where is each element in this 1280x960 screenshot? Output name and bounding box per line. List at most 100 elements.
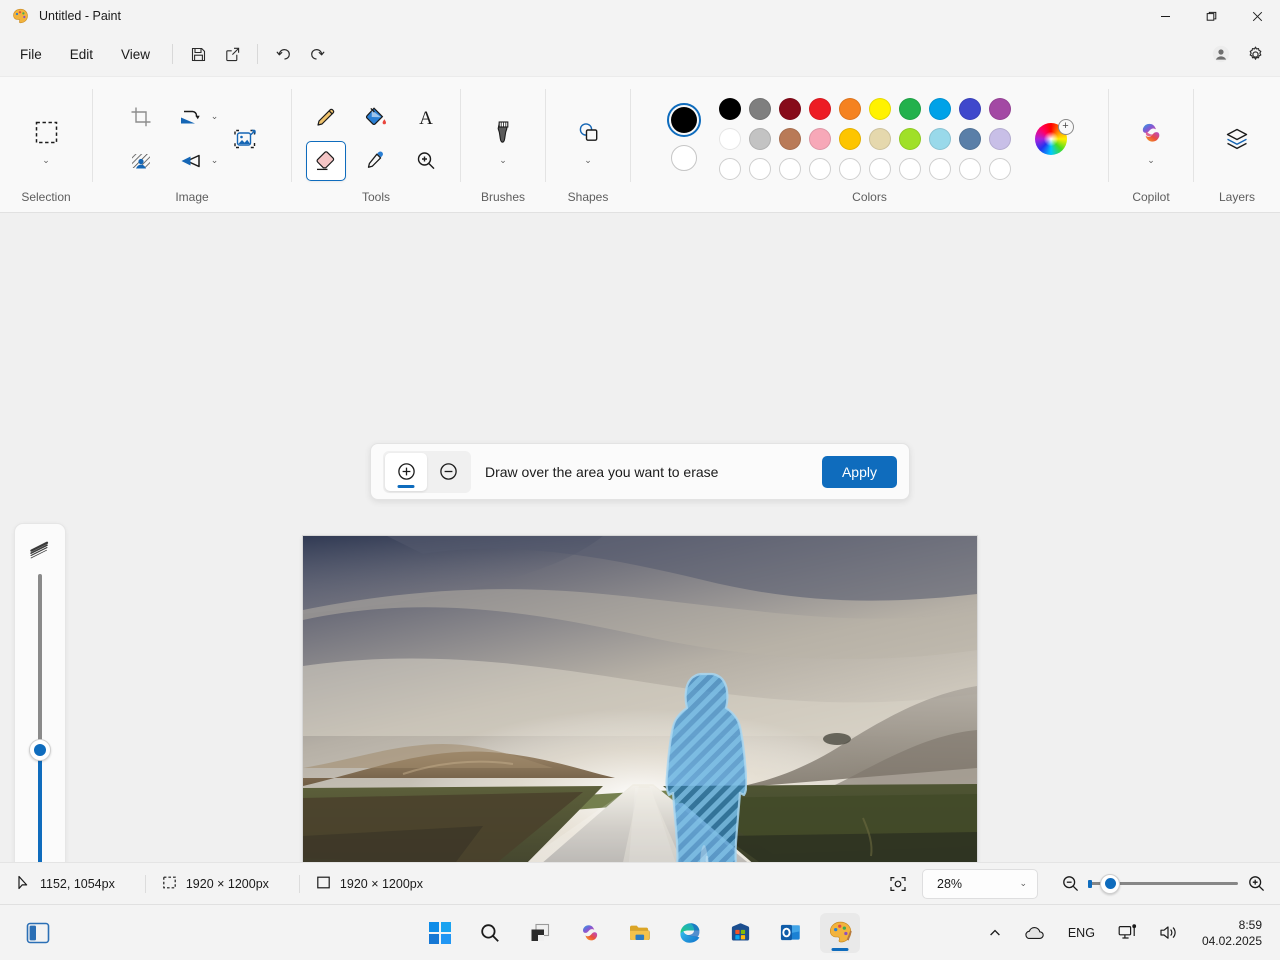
layers-icon[interactable] xyxy=(1217,119,1257,159)
widgets-icon[interactable] xyxy=(18,913,58,953)
brushes-icon[interactable] xyxy=(483,112,523,152)
resize-dropdown-caret-icon[interactable]: ⌄ xyxy=(211,112,219,121)
flip-dropdown-caret-icon[interactable]: ⌄ xyxy=(211,156,219,165)
canvas-size-icon xyxy=(316,875,331,893)
swatch[interactable] xyxy=(898,97,921,120)
swatch-empty[interactable] xyxy=(718,157,741,180)
secondary-color-button[interactable] xyxy=(667,141,701,175)
add-color-icon[interactable]: + xyxy=(1057,118,1074,135)
swatch[interactable] xyxy=(808,97,831,120)
brush-size-slider[interactable] xyxy=(29,574,51,862)
shapes-dropdown-caret-icon[interactable]: ⌄ xyxy=(584,156,592,165)
swatch[interactable] xyxy=(718,127,741,150)
zoom-level-select[interactable]: 28% ⌄ xyxy=(922,868,1038,899)
swatch[interactable] xyxy=(988,127,1011,150)
add-to-mask-button[interactable] xyxy=(385,452,427,491)
store-button[interactable] xyxy=(720,913,760,953)
brush-mode-toggle-group xyxy=(383,450,471,493)
swatch-empty[interactable] xyxy=(958,157,981,180)
apply-button[interactable]: Apply xyxy=(821,455,897,488)
transparent-selection-icon[interactable] xyxy=(121,141,161,181)
primary-color-button[interactable] xyxy=(666,102,701,137)
selection-dropdown-caret-icon[interactable]: ⌄ xyxy=(42,156,50,165)
save-icon[interactable] xyxy=(181,39,215,69)
clock[interactable]: 8:59 04.02.2025 xyxy=(1196,915,1268,951)
onedrive-cloud-icon[interactable] xyxy=(1019,920,1049,946)
swatch[interactable] xyxy=(958,127,981,150)
selection-mask-overlay[interactable] xyxy=(661,672,747,862)
swatch[interactable] xyxy=(838,97,861,120)
selection-tool-button[interactable] xyxy=(26,112,66,152)
resize-skew-icon[interactable] xyxy=(170,97,210,137)
volume-icon[interactable] xyxy=(1155,919,1183,946)
copilot-button[interactable] xyxy=(570,913,610,953)
fit-to-window-icon[interactable] xyxy=(884,870,912,898)
edge-button[interactable] xyxy=(670,913,710,953)
swatch-empty[interactable] xyxy=(988,157,1011,180)
zoom-out-icon[interactable] xyxy=(1056,870,1084,898)
maximize-button[interactable] xyxy=(1188,0,1234,32)
swatch-empty[interactable] xyxy=(928,157,951,180)
swatch[interactable] xyxy=(928,97,951,120)
undo-icon[interactable] xyxy=(266,39,300,69)
language-indicator[interactable]: ENG xyxy=(1062,921,1101,945)
redo-icon[interactable] xyxy=(300,39,334,69)
swatch[interactable] xyxy=(988,97,1011,120)
swatch-empty[interactable] xyxy=(838,157,861,180)
menu-divider-2 xyxy=(257,44,259,64)
swatch-empty[interactable] xyxy=(748,157,771,180)
close-button[interactable] xyxy=(1234,0,1280,32)
color-wheel-button[interactable]: + xyxy=(1029,117,1074,161)
start-button[interactable] xyxy=(420,913,460,953)
subtract-from-mask-button[interactable] xyxy=(427,453,469,491)
tray-chevron-icon[interactable] xyxy=(984,921,1006,945)
pencil-icon[interactable] xyxy=(306,97,346,137)
share-icon[interactable] xyxy=(215,39,249,69)
flip-icon[interactable] xyxy=(170,141,210,181)
slider-thumb[interactable] xyxy=(29,738,51,761)
text-tool-icon[interactable]: A xyxy=(406,97,446,137)
swatch-empty[interactable] xyxy=(898,157,921,180)
file-explorer-button[interactable] xyxy=(620,913,660,953)
swatch[interactable] xyxy=(808,127,831,150)
swatch[interactable] xyxy=(748,127,771,150)
zoom-slider[interactable] xyxy=(1088,873,1238,894)
eraser-icon[interactable] xyxy=(306,140,346,181)
swatch-empty[interactable] xyxy=(778,157,801,180)
minimize-button[interactable] xyxy=(1142,0,1188,32)
swatch[interactable] xyxy=(898,127,921,150)
account-avatar-icon[interactable] xyxy=(1204,39,1238,69)
swatch[interactable] xyxy=(868,127,891,150)
menu-view[interactable]: View xyxy=(107,41,164,68)
shapes-icon[interactable] xyxy=(568,112,608,152)
swatch-empty[interactable] xyxy=(868,157,891,180)
remove-background-icon[interactable] xyxy=(225,119,265,159)
crop-icon[interactable] xyxy=(121,97,161,137)
brushes-dropdown-caret-icon[interactable]: ⌄ xyxy=(499,156,507,165)
swatch-empty[interactable] xyxy=(808,157,831,180)
menu-file[interactable]: File xyxy=(6,41,56,68)
swatch[interactable] xyxy=(958,97,981,120)
magnifier-icon[interactable] xyxy=(406,141,446,181)
swatch[interactable] xyxy=(718,97,741,120)
swatch[interactable] xyxy=(778,127,801,150)
settings-gear-icon[interactable] xyxy=(1238,39,1272,69)
copilot-dropdown-caret-icon[interactable]: ⌄ xyxy=(1147,155,1155,165)
swatch[interactable] xyxy=(838,127,861,150)
swatch[interactable] xyxy=(778,97,801,120)
task-view-button[interactable] xyxy=(520,913,560,953)
network-icon[interactable] xyxy=(1114,919,1142,946)
fill-bucket-icon[interactable] xyxy=(356,97,396,137)
swatch[interactable] xyxy=(868,97,891,120)
paint-button[interactable] xyxy=(820,912,860,953)
zoom-slider-thumb[interactable] xyxy=(1100,873,1120,894)
copilot-icon[interactable] xyxy=(1131,113,1171,153)
swatch[interactable] xyxy=(748,97,771,120)
image-canvas[interactable] xyxy=(303,536,977,862)
eyedropper-icon[interactable] xyxy=(356,141,396,181)
swatch[interactable] xyxy=(928,127,951,150)
zoom-in-icon[interactable] xyxy=(1242,870,1270,898)
outlook-button[interactable] xyxy=(770,913,810,953)
menu-edit[interactable]: Edit xyxy=(56,41,107,68)
search-button[interactable] xyxy=(470,913,510,953)
